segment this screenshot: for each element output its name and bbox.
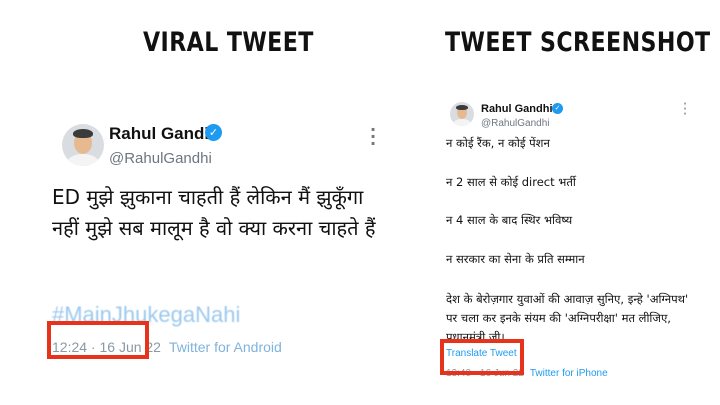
highlight-box <box>47 321 149 359</box>
tweet-screenshot-heading: TWEET SCREENSHOT <box>445 27 711 58</box>
tweet-line: न कोई रैंक, न कोई पेंशन <box>446 136 550 150</box>
tweet-source-link[interactable]: Twitter for Android <box>169 339 282 355</box>
author-name[interactable]: Rahul Gandhi <box>109 124 220 144</box>
verified-badge-icon: ✓ <box>552 103 563 114</box>
verified-badge-icon: ✓ <box>205 124 222 141</box>
author-handle[interactable]: @RahulGandhi <box>481 118 550 129</box>
more-vertical-icon[interactable]: · · · <box>682 100 688 120</box>
highlight-box <box>440 339 524 375</box>
author-name[interactable]: Rahul Gandhi <box>481 103 553 115</box>
avatar[interactable] <box>450 102 474 126</box>
tweet-line: न 4 साल के बाद स्थिर भविष्य <box>446 213 573 227</box>
tweet-line: न सरकार का सेना के प्रति सम्मान <box>446 252 585 266</box>
tweet-text: ED मुझे झुकाना चाहती हैं लेकिन मैं झुकूँ… <box>52 185 376 240</box>
avatar[interactable] <box>62 124 104 166</box>
tweet-source-link[interactable]: Twitter for iPhone <box>530 368 608 379</box>
viral-tweet-heading: VIRAL TWEET <box>143 27 314 58</box>
tweet-line: न 2 साल से कोई direct भर्ती <box>446 175 576 189</box>
more-vertical-icon[interactable]: · · · <box>368 122 378 152</box>
author-handle[interactable]: @RahulGandhi <box>109 150 212 167</box>
